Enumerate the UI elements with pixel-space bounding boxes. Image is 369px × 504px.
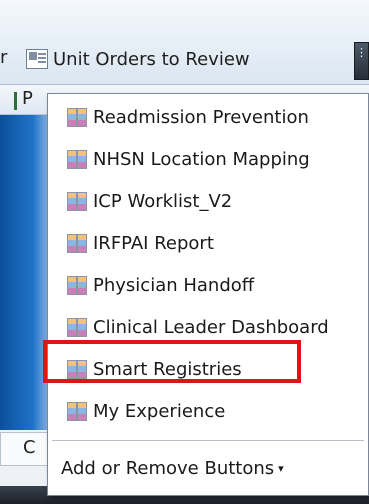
menu-item-label: My Experience (93, 400, 226, 422)
app-icon (67, 191, 87, 211)
toolbar-overflow-menu: Readmission Prevention NHSN Location Map… (47, 93, 369, 496)
app-icon (67, 359, 87, 379)
menu-item-irfpai-report[interactable]: IRFPAI Report (48, 225, 368, 261)
menu-item-label: Clinical Leader Dashboard (93, 316, 329, 338)
overflow-icon: ⋮ (356, 46, 367, 59)
menu-item-label: IRFPAI Report (93, 232, 214, 254)
menu-item-icp-worklist-v2[interactable]: ICP Worklist_V2 (48, 183, 368, 219)
app-icon (67, 317, 87, 337)
menu-item-smart-registries[interactable]: Smart Registries (48, 351, 368, 387)
menu-separator (52, 440, 364, 441)
toolbar-clipped-label: r (0, 47, 8, 68)
menu-item-readmission-prevention[interactable]: Readmission Prevention (48, 99, 368, 135)
app-icon (67, 233, 87, 253)
caret-down-icon: ▾ (278, 461, 284, 475)
menu-item-nhsn-location-mapping[interactable]: NHSN Location Mapping (48, 141, 368, 177)
menu-item-my-experience[interactable]: My Experience (48, 393, 368, 429)
menu-item-physician-handoff[interactable]: Physician Handoff (48, 267, 368, 303)
document-icon (26, 49, 48, 69)
app-icon (67, 149, 87, 169)
app-icon (67, 401, 87, 421)
unit-orders-to-review-button[interactable]: Unit Orders to Review (26, 44, 250, 74)
menu-item-label: Physician Handoff (93, 274, 255, 296)
add-or-remove-buttons-item[interactable]: Add or Remove Buttons ▾ (48, 450, 368, 486)
unit-orders-to-review-label: Unit Orders to Review (53, 48, 250, 70)
app-icon (67, 275, 87, 295)
menu-item-label: ICP Worklist_V2 (93, 190, 233, 212)
app-icon (67, 107, 87, 127)
menu-item-clinical-leader-dashboard[interactable]: Clinical Leader Dashboard (48, 309, 368, 345)
menu-item-label: Readmission Prevention (93, 106, 309, 128)
menu-item-label: NHSN Location Mapping (93, 148, 310, 170)
add-or-remove-buttons-label: Add or Remove Buttons (61, 457, 275, 479)
menu-item-label: Smart Registries (93, 358, 242, 380)
toolbar-overflow-button[interactable]: ⋮ (354, 42, 369, 80)
